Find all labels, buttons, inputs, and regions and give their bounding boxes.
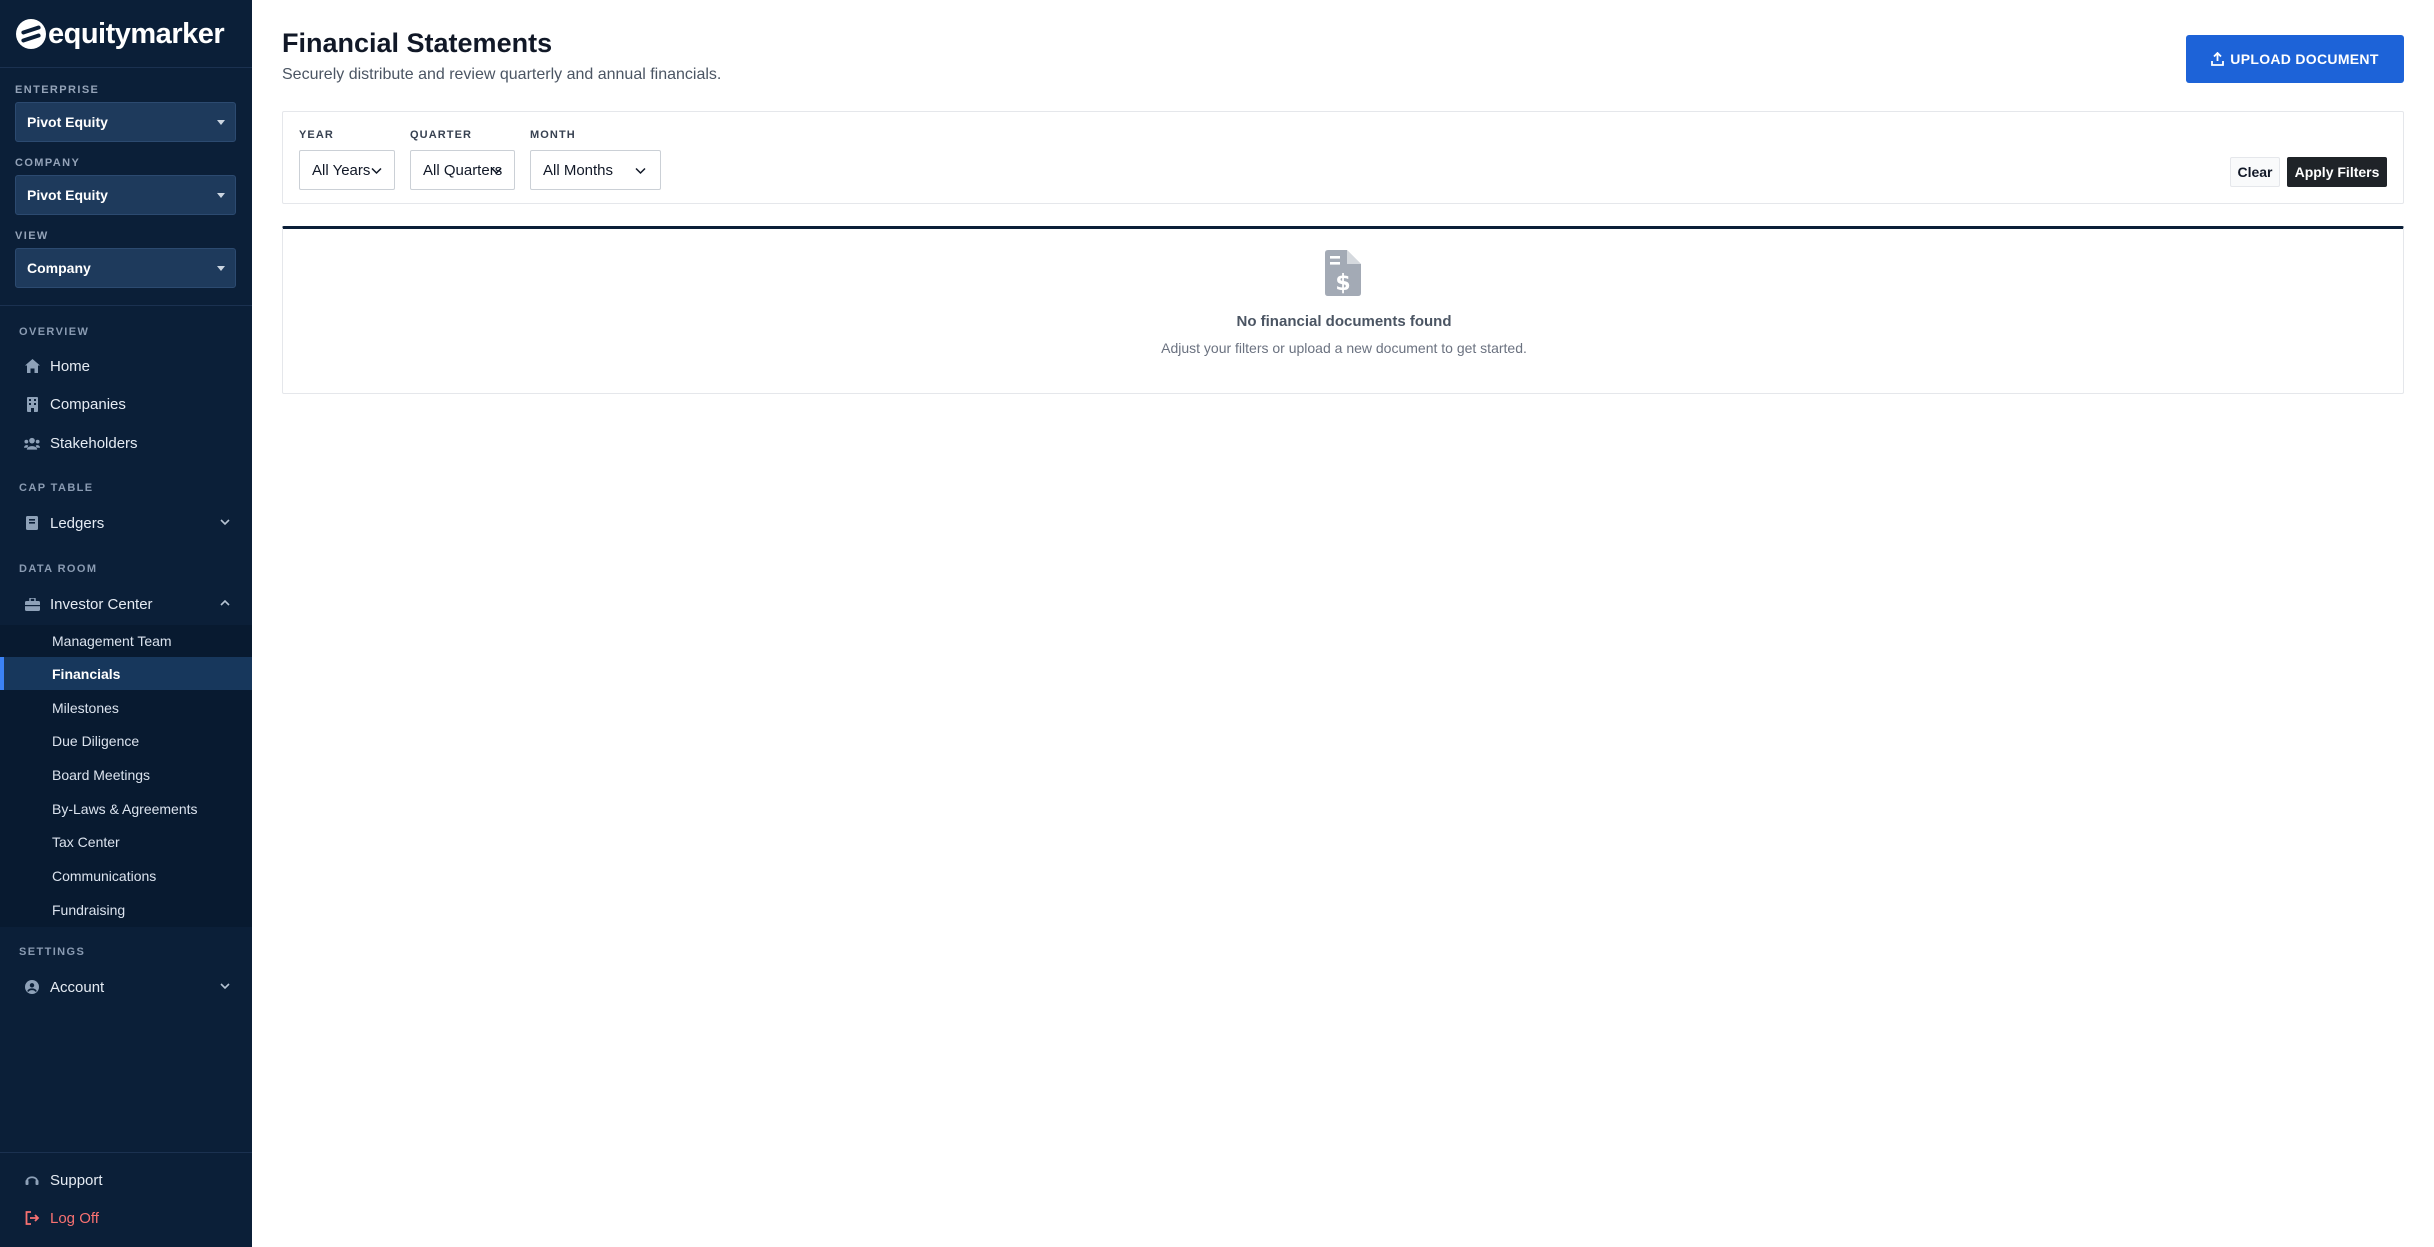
year-filter-label: YEAR [299,129,334,141]
quarter-select[interactable]: All Quarters [410,150,515,190]
chevron-up-icon [220,599,230,606]
nav-item-investor-center[interactable]: Investor Center [0,587,252,621]
year-select[interactable]: All Years [299,150,395,190]
clear-filters-button[interactable]: Clear [2230,157,2280,187]
chevron-down-icon [371,167,382,175]
sidebar-item-milestones[interactable]: Milestones [0,691,252,724]
nav-item-label: Support [50,1171,103,1189]
view-select[interactable]: Company [15,248,236,288]
upload-icon [2211,51,2225,66]
nav-item-companies[interactable]: Companies [0,387,252,421]
svg-text:$: $ [1335,271,1350,296]
user-circle-icon [24,979,40,995]
headset-icon [24,1172,40,1188]
sidebar-item-communications[interactable]: Communications [0,859,252,892]
quarter-filter-label: QUARTER [410,129,473,141]
nav-item-stakeholders[interactable]: Stakeholders [0,426,252,460]
nav-item-label: Log Off [50,1209,99,1227]
nav-item-label: Account [50,978,105,996]
upload-document-label: UPLOAD DOCUMENT [2230,51,2379,67]
month-select[interactable]: All Months [530,150,661,190]
logout-icon [24,1210,40,1226]
brand-logo[interactable]: equitymarker [16,17,225,50]
chevron-down-icon [635,167,646,175]
page-title: Financial Statements [282,28,553,58]
company-select[interactable]: Pivot Equity [15,175,236,215]
book-icon [24,515,40,531]
sidebar-item-tax-center[interactable]: Tax Center [0,825,252,858]
nav-item-label: Ledgers [50,514,105,532]
caret-down-icon [217,266,225,271]
section-title-settings: SETTINGS [19,946,86,958]
divider [0,67,252,68]
home-icon [24,358,40,374]
nav-item-label: Companies [50,395,126,413]
view-label: VIEW [15,230,49,242]
month-select-value: All Months [543,161,614,179]
filter-panel: YEAR All Years QUARTER All Quarters MONT… [282,111,2404,204]
file-invoice-dollar-icon: $ [1325,250,1361,296]
divider [0,1152,252,1153]
view-select-value: Company [27,260,91,276]
divider [0,305,252,306]
sidebar-item-bylaws-agreements[interactable]: By-Laws & Agreements [0,792,252,825]
upload-document-button[interactable]: UPLOAD DOCUMENT [2186,35,2404,83]
users-icon [24,435,40,451]
enterprise-select[interactable]: Pivot Equity [15,102,236,142]
sidebar: equitymarker ENTERPRISE Pivot Equity COM… [0,0,252,1247]
section-title-overview: OVERVIEW [19,326,90,338]
caret-down-icon [217,120,225,125]
enterprise-select-value: Pivot Equity [27,114,108,130]
enterprise-label: ENTERPRISE [15,84,100,96]
sidebar-item-management-team[interactable]: Management Team [0,624,252,657]
nav-item-label: Investor Center [50,595,153,613]
month-filter-label: MONTH [530,129,576,141]
brand-name: equitymarker [48,17,225,50]
empty-state-title: No financial documents found [1236,313,1452,330]
company-select-value: Pivot Equity [27,187,108,203]
nav-item-account[interactable]: Account [0,970,252,1004]
sidebar-item-due-diligence[interactable]: Due Diligence [0,724,252,757]
nav-item-support[interactable]: Support [0,1163,252,1197]
sidebar-item-fundraising[interactable]: Fundraising [0,893,252,926]
section-title-data-room: DATA ROOM [19,563,98,575]
empty-state-message: Adjust your filters or upload a new docu… [1161,340,1527,356]
nav-item-label: Stakeholders [50,434,138,452]
nav-item-label: Home [50,357,91,375]
sidebar-item-board-meetings[interactable]: Board Meetings [0,758,252,791]
chevron-down-icon [220,983,230,990]
nav-item-home[interactable]: Home [0,349,252,383]
apply-filters-button[interactable]: Apply Filters [2287,157,2387,187]
chevron-down-icon [491,167,502,175]
caret-down-icon [217,193,225,198]
year-select-value: All Years [312,161,371,179]
briefcase-icon [24,596,40,612]
chevron-down-icon [220,519,230,526]
nav-item-ledgers[interactable]: Ledgers [0,506,252,540]
documents-panel: $ No financial documents found Adjust yo… [282,226,2404,394]
nav-item-log-off[interactable]: Log Off [0,1201,252,1235]
company-label: COMPANY [15,157,81,169]
brand-logo-icon [16,19,46,49]
section-title-cap-table: CAP TABLE [19,482,94,494]
page-subtitle: Securely distribute and review quarterly… [282,66,722,83]
building-icon [24,396,40,412]
sidebar-item-financials[interactable]: Financials [0,657,252,690]
